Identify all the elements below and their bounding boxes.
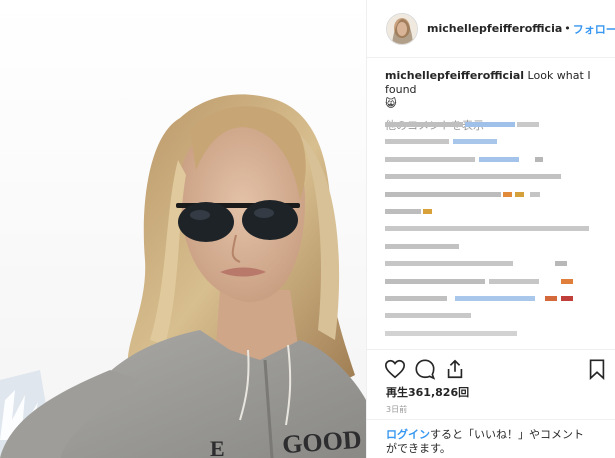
list-item (385, 275, 607, 289)
post-sidebar: michellepfeifferofficia • フォローする michell… (366, 0, 615, 458)
action-bar (367, 349, 615, 386)
caption-emoji: 😸 (385, 97, 397, 110)
list-item (385, 257, 607, 271)
avatar-image (387, 13, 417, 44)
username-link[interactable]: michellepfeifferofficia (427, 22, 562, 35)
bookmark-icon[interactable] (586, 358, 608, 380)
post-header: michellepfeifferofficia • フォローする (367, 0, 615, 58)
caption-username[interactable]: michellepfeifferofficial (385, 69, 524, 82)
list-item (385, 153, 607, 167)
share-icon[interactable] (444, 358, 466, 380)
login-link[interactable]: ログイン (386, 428, 430, 441)
separator-dot: • (564, 22, 571, 35)
comment-icon[interactable] (414, 358, 436, 380)
instagram-post: GOOD E michellepfeifferofficia • フォローする … (0, 0, 615, 458)
timestamp[interactable]: 3日前 (386, 404, 407, 415)
login-prompt-text-2: ができます。 (386, 442, 451, 455)
comment-list-blurred (385, 118, 607, 344)
heart-icon[interactable] (384, 358, 406, 380)
list-item (385, 292, 607, 306)
avatar[interactable] (386, 12, 418, 45)
list-item (385, 118, 607, 132)
caption: michellepfeifferofficial Look what I fou… (367, 58, 615, 111)
list-item (385, 240, 607, 254)
video-frame-image: GOOD E (0, 0, 366, 458)
login-prompt-text: すると「いいね！」やコメント (430, 428, 584, 441)
list-item (385, 309, 607, 323)
list-item (385, 170, 607, 184)
view-count: 再生361,826回 (386, 386, 470, 399)
list-item (385, 205, 607, 219)
list-item (385, 222, 607, 236)
svg-text:GOOD: GOOD (281, 425, 362, 458)
post-video[interactable]: GOOD E (0, 0, 366, 458)
list-item (385, 188, 607, 202)
list-item (385, 135, 607, 149)
svg-text:E: E (210, 436, 225, 458)
list-item (385, 327, 607, 341)
login-prompt: ログインすると「いいね！」やコメント ができます。 (367, 419, 615, 458)
follow-button[interactable]: フォローする (573, 21, 615, 37)
